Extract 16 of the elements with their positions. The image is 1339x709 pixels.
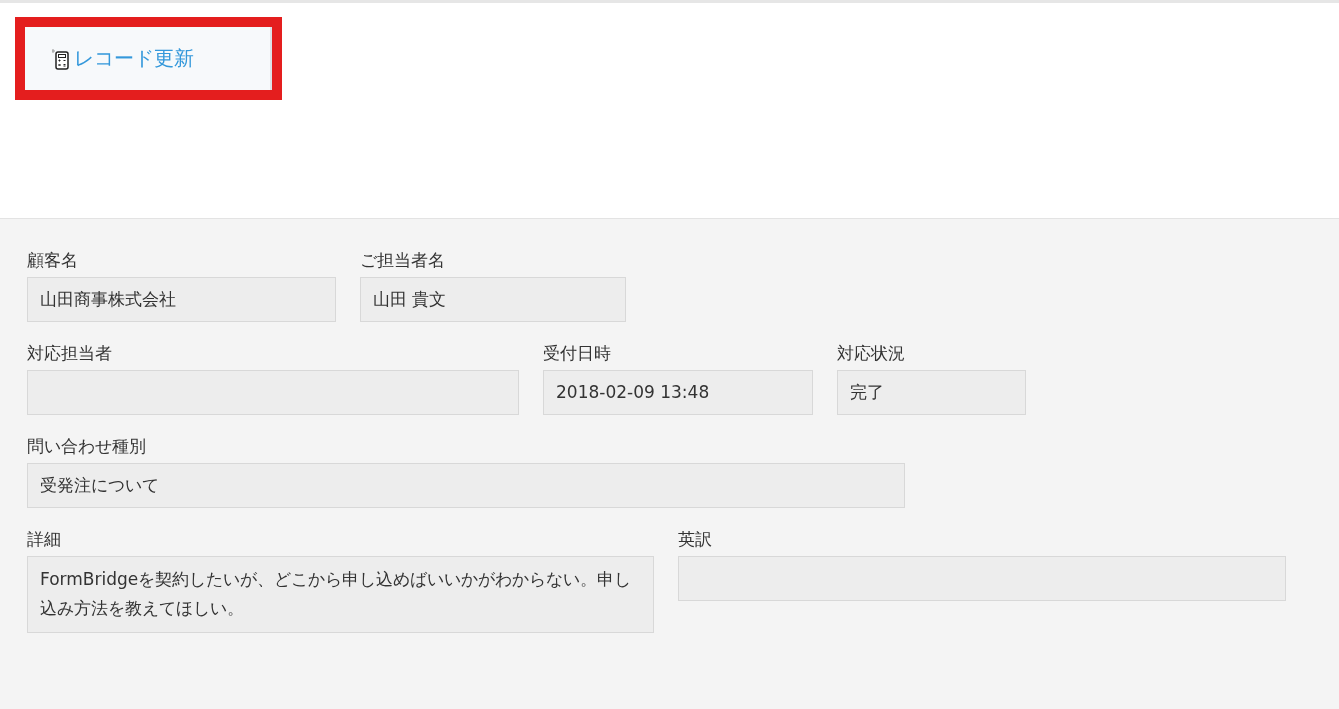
field-label: 英訳 bbox=[678, 528, 713, 551]
field-value: 山田商事株式会社 bbox=[27, 277, 336, 322]
field-label: 対応担当者 bbox=[27, 342, 113, 365]
field-value: FormBridgeを契約したいが、どこから申し込めばいいかがわからない。申し込み方法を教えてほしい。 bbox=[27, 556, 654, 633]
field-value: 山田 貴文 bbox=[360, 277, 626, 322]
field-label: 受付日時 bbox=[543, 342, 612, 365]
update-record-button[interactable]: レコード更新 bbox=[25, 27, 272, 90]
field-value: 受発注について bbox=[27, 463, 905, 508]
calculator-icon bbox=[51, 47, 71, 70]
field-label: ご担当者名 bbox=[360, 249, 446, 272]
field-label: 詳細 bbox=[27, 528, 62, 551]
field-label: 対応状況 bbox=[837, 342, 906, 365]
field-label: 問い合わせ種別 bbox=[27, 435, 147, 458]
field-value: 2018-02-09 13:48 bbox=[543, 370, 813, 415]
field-value: 完了 bbox=[837, 370, 1026, 415]
field-label: 顧客名 bbox=[27, 249, 79, 272]
